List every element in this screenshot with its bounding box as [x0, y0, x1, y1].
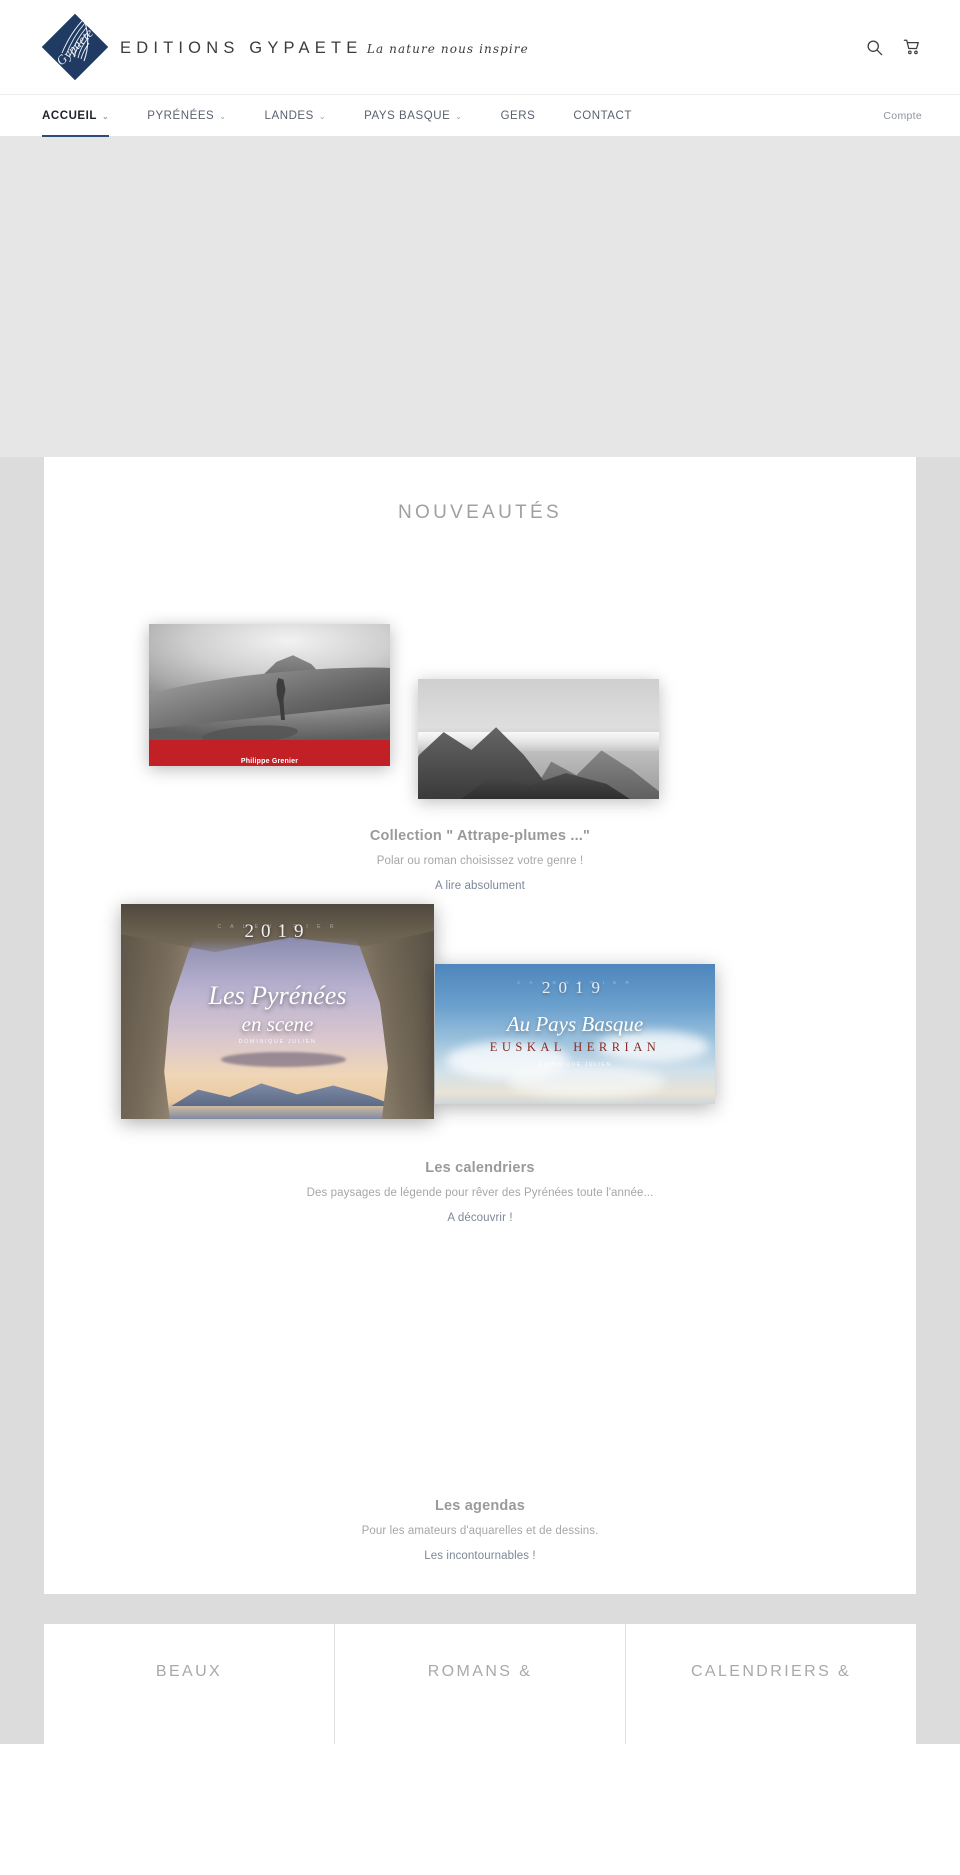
nav-item-landes[interactable]: LANDES ⌄	[246, 95, 346, 136]
calendar-title-line2: en scene	[241, 1011, 314, 1036]
nav-right: Compte	[883, 95, 922, 136]
nav-item-label: PYRÉNÉES	[147, 109, 215, 122]
cart-icon[interactable]	[902, 37, 922, 57]
main-navigation: ACCUEIL ⌄ PYRÉNÉES ⌄ LANDES ⌄ PAYS BASQU…	[0, 95, 960, 137]
promo-copy: Les agendas Pour les amateurs d'aquarell…	[44, 1494, 916, 1564]
promo-subtitle: Polar ou roman choisissez votre genre !	[376, 855, 584, 867]
header-actions	[864, 37, 922, 57]
chevron-down-icon: ⌄	[101, 111, 110, 121]
promo-title: Les calendriers	[425, 1160, 535, 1176]
nav-item-label: ACCUEIL	[42, 109, 97, 122]
calendar-title-line1: Au Pays Basque	[506, 1011, 644, 1036]
promo-block-agendas: Les agendas Pour les amateurs d'aquarell…	[44, 1226, 916, 1564]
chevron-down-icon: ⌄	[318, 111, 327, 121]
promo-images: C A L E N D R I E R 2019 Les Pyrénées en…	[44, 894, 916, 1156]
category-label: ROMANS &	[427, 1663, 533, 1680]
promo-subtitle: Des paysages de légende pour rêver des P…	[306, 1187, 654, 1199]
promo-copy: Collection " Attrape-plumes ..." Polar o…	[44, 824, 916, 894]
nav-item-pays-basque[interactable]: PAYS BASQUE ⌄	[345, 95, 481, 136]
category-tile-beaux-livres[interactable]: BEAUX	[44, 1624, 335, 1744]
nav-item-label: PAYS BASQUE	[364, 109, 451, 122]
hero-banner	[0, 137, 960, 509]
promo-images: Philippe Grenier	[44, 524, 916, 824]
nav-list: ACCUEIL ⌄ PYRÉNÉES ⌄ LANDES ⌄ PAYS BASQU…	[42, 95, 651, 137]
content-card: NOUVEAUTÉS Philippe Grenier Collection "…	[44, 457, 916, 1594]
promo-title: Collection " Attrape-plumes ..."	[369, 828, 591, 844]
category-label: BEAUX	[155, 1663, 223, 1680]
category-tile-calendriers[interactable]: CALENDRIERS &	[626, 1624, 916, 1744]
page-body: NOUVEAUTÉS Philippe Grenier Collection "…	[0, 457, 960, 1744]
calendar-year: 2019	[542, 978, 608, 997]
search-icon[interactable]	[864, 37, 884, 57]
page-title: NOUVEAUTÉS	[398, 502, 562, 523]
promo-block-collection: Philippe Grenier Collection " Attrape-pl…	[44, 524, 916, 894]
logo-tagline: La nature nous inspire	[366, 41, 529, 56]
nav-item-pyrenees[interactable]: PYRÉNÉES ⌄	[128, 95, 245, 136]
chevron-down-icon: ⌄	[455, 111, 463, 121]
promo-cta-link[interactable]: A lire absolument	[435, 880, 525, 892]
category-label: CALENDRIERS &	[690, 1663, 852, 1680]
nav-item-gers[interactable]: GERS	[482, 95, 555, 136]
logo-title: EDITIONS GYPAETE	[120, 38, 363, 57]
calendar-pyrenees-en-scene[interactable]: C A L E N D R I E R 2019 Les Pyrénées en…	[121, 904, 434, 1119]
chevron-down-icon: ⌄	[219, 111, 227, 121]
promo-block-calendriers: C A L E N D R I E R 2019 Les Pyrénées en…	[44, 894, 916, 1226]
calendar-author: DOMINIQUE JULIEN	[238, 1039, 317, 1046]
promo-images	[44, 1226, 916, 1494]
calendar-au-pays-basque[interactable]: C A L E N D R I E R 2019 Au Pays Basque …	[435, 964, 715, 1104]
calendar-title-line2: EUSKAL HERRIAN	[489, 1039, 661, 1054]
promo-cta-link[interactable]: A découvrir !	[447, 1212, 512, 1224]
book-cover-mountaineer[interactable]: Philippe Grenier	[149, 624, 390, 766]
nav-item-label: LANDES	[264, 109, 314, 122]
promo-subtitle: Pour les amateurs d'aquarelles et de des…	[361, 1525, 599, 1537]
promo-cta-link[interactable]: Les incontournables !	[424, 1550, 535, 1562]
calendar-author: DOMINIQUE JULIEN	[538, 1062, 612, 1068]
site-logo[interactable]: Gypaete EDITIONS GYPAETE La nature nous …	[41, 13, 529, 81]
book-cover-misty-peaks[interactable]	[418, 679, 659, 799]
category-tile-romans[interactable]: ROMANS &	[335, 1624, 626, 1744]
account-link[interactable]: Compte	[883, 110, 922, 122]
category-strip: BEAUX ROMANS & CALENDRIERS &	[44, 1624, 916, 1744]
nav-item-label: GERS	[500, 109, 536, 122]
nav-item-accueil[interactable]: ACCUEIL ⌄	[42, 95, 128, 137]
promo-copy: Les calendriers Des paysages de légende …	[44, 1156, 916, 1226]
calendar-title-line1: Les Pyrénées	[208, 981, 347, 1011]
calendar-year: 2019	[244, 921, 311, 943]
gypaete-diamond-logo-icon: Gypaete	[41, 13, 109, 81]
book-band-text: Philippe Grenier	[240, 758, 299, 765]
site-header: Gypaete EDITIONS GYPAETE La nature nous …	[0, 0, 960, 95]
promo-title: Les agendas	[434, 1498, 526, 1514]
nav-item-label: CONTACT	[573, 109, 632, 122]
nav-item-contact[interactable]: CONTACT	[554, 95, 651, 136]
